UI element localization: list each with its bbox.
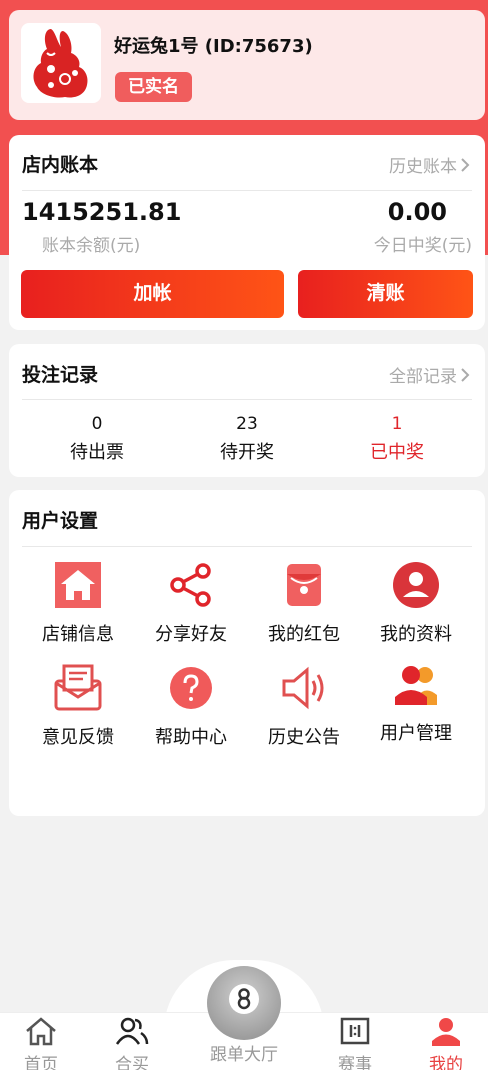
user-management-icon	[395, 666, 437, 705]
ledger-history-link[interactable]: 历史账本	[389, 152, 471, 177]
settings-item-shop-info[interactable]: 店铺信息	[23, 560, 133, 646]
tab-mine[interactable]: 我的	[411, 1016, 481, 1070]
settings-item-label: 用户管理	[380, 723, 452, 744]
settings-item-label: 我的红包	[268, 624, 340, 645]
tab-label: 我的	[429, 1055, 463, 1070]
all-records-link[interactable]: 全部记录	[389, 362, 471, 387]
settings-item-my-profile[interactable]: 我的资料	[361, 560, 471, 646]
bet-records-card: 投注记录 全部记录 0 待出票 23 待开奖 1 已中奖	[9, 344, 485, 477]
ledger-card: 店内账本 历史账本 1415251.81 账本余额(元) 0.00 今日中奖(元…	[9, 135, 485, 330]
settings-item-label: 我的资料	[380, 624, 452, 645]
tab-label: 合买	[115, 1055, 149, 1070]
settings-item-label: 分享好友	[155, 624, 227, 645]
avatar[interactable]	[21, 23, 101, 103]
group-buy-icon	[115, 1017, 149, 1045]
chevron-right-icon	[461, 367, 470, 382]
today-win-label: 今日中奖(元)	[373, 236, 472, 256]
settings-item-feedback[interactable]: 意见反馈	[23, 663, 133, 749]
tab-label: 赛事	[338, 1055, 372, 1070]
stat-won[interactable]: 1 已中奖	[337, 414, 457, 464]
settings-title: 用户设置	[22, 510, 99, 532]
home-icon	[26, 1017, 56, 1046]
profile-icon	[393, 562, 439, 608]
feedback-mail-icon	[54, 664, 102, 711]
stat-count: 23	[236, 414, 258, 434]
red-packet-icon	[287, 564, 321, 606]
tab-group-buy[interactable]: 合买	[97, 1016, 167, 1070]
user-icon	[432, 1018, 460, 1046]
chevron-right-icon	[461, 157, 470, 172]
settings-item-label: 历史公告	[268, 727, 340, 748]
ledger-balance-label: 账本余额(元)	[42, 236, 141, 256]
tab-home[interactable]: 首页	[6, 1016, 76, 1070]
user-name: 好运兔1号 (ID:75673)	[114, 36, 313, 57]
all-records-label: 全部记录	[389, 367, 457, 387]
settings-item-label: 帮助中心	[155, 727, 227, 748]
ledger-history-label: 历史账本	[389, 157, 457, 177]
scoreboard-icon	[340, 1017, 370, 1045]
follow-hall-button[interactable]	[207, 966, 281, 1040]
ledger-balance: 1415251.81	[22, 198, 182, 226]
settings-item-label: 店铺信息	[42, 624, 114, 645]
tab-label-follow-hall: 跟单大厅	[210, 1045, 278, 1065]
profile-card: 好运兔1号 (ID:75673) 已实名	[9, 10, 485, 120]
divider	[22, 546, 472, 547]
settings-item-user-management[interactable]: 用户管理	[361, 663, 471, 745]
divider	[22, 190, 472, 191]
settings-item-announcements[interactable]: 历史公告	[249, 663, 359, 749]
stat-pending-ticket[interactable]: 0 待出票	[37, 414, 157, 464]
settings-item-label: 意见反馈	[42, 727, 114, 748]
today-win-value: 0.00	[387, 198, 447, 226]
help-icon	[170, 667, 212, 709]
settings-item-share[interactable]: 分享好友	[136, 560, 246, 646]
announcement-speaker-icon	[282, 666, 324, 710]
rabbit-papercut-icon	[33, 29, 88, 98]
stat-count: 0	[91, 414, 103, 434]
settings-item-red-packet[interactable]: 我的红包	[249, 560, 359, 646]
tab-matches[interactable]: 赛事	[320, 1016, 390, 1070]
stat-label: 待开奖	[220, 442, 274, 463]
tab-label: 首页	[24, 1055, 58, 1070]
bets-title: 投注记录	[22, 364, 99, 386]
stat-pending-draw[interactable]: 23 待开奖	[187, 414, 307, 464]
eight-ball-icon	[229, 984, 259, 1014]
shop-home-icon	[55, 562, 101, 608]
add-credit-button[interactable]: 加帐	[21, 270, 284, 318]
user-settings-card: 用户设置 店铺信息 分享好友 我的红包 我的资料 意见反馈 帮助中心 历史公告 …	[9, 490, 485, 816]
ledger-title: 店内账本	[22, 154, 99, 176]
clear-account-button[interactable]: 清账	[298, 270, 473, 318]
divider	[22, 399, 472, 400]
stat-count: 1	[391, 414, 403, 434]
stat-label: 已中奖	[370, 442, 424, 463]
verified-badge: 已实名	[115, 72, 192, 102]
stat-label: 待出票	[70, 442, 124, 463]
share-icon	[170, 563, 211, 607]
settings-item-help[interactable]: 帮助中心	[136, 663, 246, 749]
